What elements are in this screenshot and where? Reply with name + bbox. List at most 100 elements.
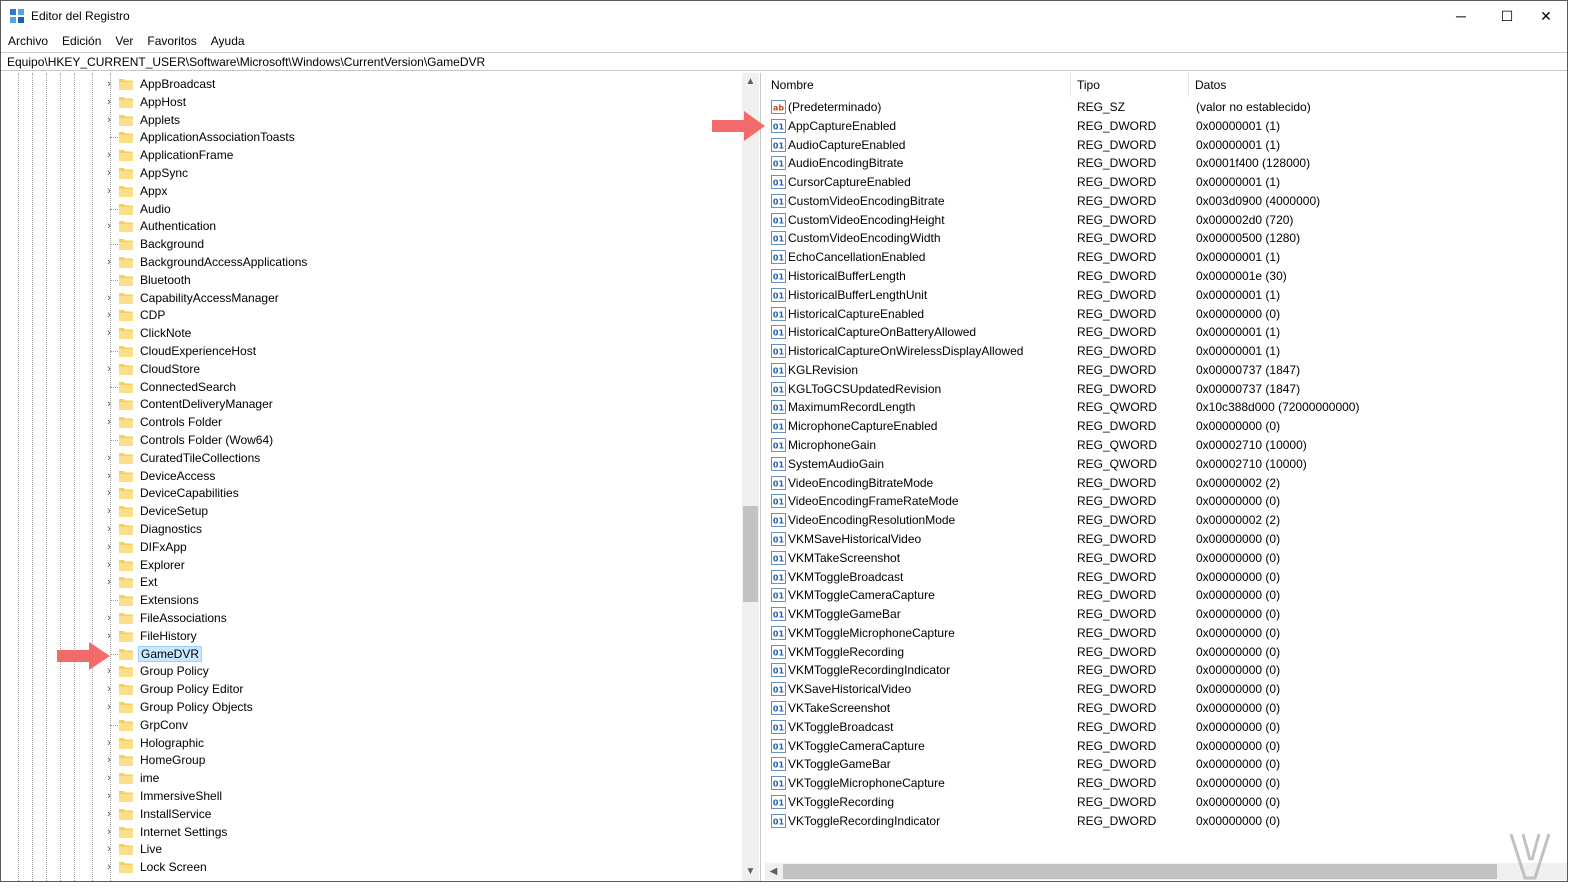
column-header-name[interactable]: Nombre [765, 73, 1071, 97]
tree-item[interactable]: › FileAssociations [1, 609, 741, 627]
chevron-right-icon[interactable]: › [103, 790, 115, 802]
chevron-right-icon[interactable]: › [103, 505, 115, 517]
tree-item[interactable]: › Applets [1, 111, 741, 129]
tree-item[interactable]: GrpConv [1, 716, 741, 734]
value-row[interactable]: 01 VKMToggleGameBar REG_DWORD 0x00000000 (0… [765, 605, 1567, 623]
value-row[interactable]: 01 SystemAudioGain REG_QWORD 0x00002710 (10… [765, 455, 1567, 473]
chevron-right-icon[interactable]: › [103, 149, 115, 161]
tree-item[interactable]: › ImmersiveShell [1, 787, 741, 805]
tree-item[interactable]: › ContentDeliveryManager [1, 395, 741, 413]
value-row[interactable]: 01 AppCaptureEnabled REG_DWORD 0x00000001 (… [765, 117, 1567, 135]
chevron-right-icon[interactable]: › [103, 416, 115, 428]
tree-item[interactable]: › Group Policy [1, 662, 741, 680]
tree-item[interactable]: Extensions [1, 591, 741, 609]
chevron-right-icon[interactable]: › [103, 96, 115, 108]
menu-favoritos[interactable]: Favoritos [140, 31, 203, 51]
tree-item[interactable]: › InstallService [1, 805, 741, 823]
menu-archivo[interactable]: Archivo [1, 31, 55, 51]
chevron-right-icon[interactable]: › [103, 523, 115, 535]
chevron-right-icon[interactable]: › [103, 754, 115, 766]
key-tree-pane[interactable]: › AppBroadcast › AppHost › Applets Application… [1, 73, 761, 881]
tree-item[interactable]: › DeviceSetup [1, 502, 741, 520]
value-row[interactable]: 01 VKToggleRecording REG_DWORD 0x00000000 (… [765, 793, 1567, 811]
value-row[interactable]: 01 VKMTakeScreenshot REG_DWORD 0x00000000 (… [765, 549, 1567, 567]
value-row[interactable]: 01 CustomVideoEncodingBitrate REG_DWORD 0x0… [765, 192, 1567, 210]
tree-item[interactable]: › Ext [1, 573, 741, 591]
value-row[interactable]: 01 VKToggleRecordingIndicator REG_DWORD 0x0… [765, 812, 1567, 830]
value-row[interactable]: 01 HistoricalCaptureEnabled REG_DWORD 0x000… [765, 305, 1567, 323]
chevron-right-icon[interactable]: › [103, 541, 115, 553]
tree-item[interactable]: › DIFxApp [1, 538, 741, 556]
value-row[interactable]: 01 VideoEncodingResolutionMode REG_DWORD 0x… [765, 511, 1567, 529]
values-horizontal-scrollbar[interactable]: ◀ [765, 863, 1567, 880]
value-row[interactable]: 01 VKMToggleRecording REG_DWORD 0x00000000 … [765, 643, 1567, 661]
value-row[interactable]: 01 KGLToGCSUpdatedRevision REG_DWORD 0x0000… [765, 380, 1567, 398]
tree-item[interactable]: › AppHost [1, 93, 741, 111]
tree-item[interactable]: › Controls Folder [1, 413, 741, 431]
chevron-right-icon[interactable]: › [103, 309, 115, 321]
chevron-right-icon[interactable]: › [103, 114, 115, 126]
tree-item[interactable]: › Internet Settings [1, 823, 741, 841]
value-row[interactable]: 01 CursorCaptureEnabled REG_DWORD 0x0000000… [765, 173, 1567, 191]
value-row[interactable]: 01 HistoricalCaptureOnWirelessDisplayAllo… [765, 342, 1567, 360]
tree-item[interactable]: › FileHistory [1, 627, 741, 645]
chevron-right-icon[interactable]: › [103, 487, 115, 499]
tree-vertical-scrollbar[interactable]: ▲ ▼ [742, 73, 759, 881]
tree-item[interactable]: › DeviceAccess [1, 467, 741, 485]
tree-item[interactable]: GameDVR [1, 645, 741, 663]
value-row[interactable]: 01 CustomVideoEncodingHeight REG_DWORD 0x00… [765, 211, 1567, 229]
chevron-right-icon[interactable]: › [103, 185, 115, 197]
tree-item[interactable]: › Diagnostics [1, 520, 741, 538]
tree-item[interactable]: › Group Policy Objects [1, 698, 741, 716]
value-row[interactable]: 01 VideoEncodingFrameRateMode REG_DWORD 0x0… [765, 492, 1567, 510]
menu-ver[interactable]: Ver [108, 31, 140, 51]
tree-item[interactable]: › CapabilityAccessManager [1, 289, 741, 307]
value-row[interactable]: 01 VKToggleBroadcast REG_DWORD 0x00000000 (… [765, 718, 1567, 736]
scroll-up-icon[interactable]: ▲ [742, 73, 759, 90]
tree-item[interactable]: Audio [1, 200, 741, 218]
value-row[interactable]: 01 VKToggleGameBar REG_DWORD 0x00000000 (0) [765, 755, 1567, 773]
tree-item[interactable]: Background [1, 235, 741, 253]
value-row[interactable]: 01 EchoCancellationEnabled REG_DWORD 0x0000… [765, 248, 1567, 266]
tree-item[interactable]: › CDP [1, 306, 741, 324]
tree-item[interactable]: › BackgroundAccessApplications [1, 253, 741, 271]
value-row[interactable]: 01 VKMToggleMicrophoneCapture REG_DWORD 0x0… [765, 624, 1567, 642]
scrollbar-thumb[interactable] [783, 864, 1497, 879]
scroll-down-icon[interactable]: ▼ [742, 863, 759, 880]
address-bar[interactable]: Equipo\HKEY_CURRENT_USER\Software\Micros… [1, 52, 1567, 71]
value-row[interactable]: 01 VKTakeScreenshot REG_DWORD 0x00000000 (0… [765, 699, 1567, 717]
tree-item[interactable]: › Appx [1, 182, 741, 200]
value-row[interactable]: 01 MicrophoneGain REG_QWORD 0x00002710 (100… [765, 436, 1567, 454]
chevron-right-icon[interactable]: › [103, 398, 115, 410]
value-row[interactable]: 01 VKMToggleBroadcast REG_DWORD 0x00000000 … [765, 568, 1567, 586]
tree-item[interactable]: › ime [1, 769, 741, 787]
value-row[interactable]: 01 HistoricalBufferLengthUnit REG_DWORD 0x0… [765, 286, 1567, 304]
value-row[interactable]: 01 HistoricalBufferLength REG_DWORD 0x00000… [765, 267, 1567, 285]
chevron-right-icon[interactable]: › [103, 363, 115, 375]
tree-item[interactable]: CloudExperienceHost [1, 342, 741, 360]
value-row[interactable]: 01 VKMToggleCameraCapture REG_DWORD 0x00000… [765, 586, 1567, 604]
menu-edicion[interactable]: Edición [55, 31, 108, 51]
chevron-right-icon[interactable]: › [103, 612, 115, 624]
chevron-right-icon[interactable]: › [103, 576, 115, 588]
chevron-right-icon[interactable]: › [103, 808, 115, 820]
chevron-right-icon[interactable]: › [103, 861, 115, 873]
chevron-right-icon[interactable]: › [103, 256, 115, 268]
chevron-right-icon[interactable]: › [103, 737, 115, 749]
chevron-right-icon[interactable]: › [103, 826, 115, 838]
value-row[interactable]: 01 CustomVideoEncodingWidth REG_DWORD 0x000… [765, 229, 1567, 247]
chevron-right-icon[interactable]: › [103, 167, 115, 179]
chevron-right-icon[interactable]: › [103, 470, 115, 482]
value-row[interactable]: 01 MicrophoneCaptureEnabled REG_DWORD 0x000… [765, 417, 1567, 435]
column-header-type[interactable]: Tipo [1071, 73, 1189, 97]
chevron-right-icon[interactable]: › [103, 327, 115, 339]
chevron-right-icon[interactable]: › [103, 683, 115, 695]
tree-item[interactable]: › AppSync [1, 164, 741, 182]
tree-item[interactable]: › Authentication [1, 217, 741, 235]
column-header-data[interactable]: Datos [1189, 73, 1567, 97]
tree-item[interactable]: › Lock Screen [1, 858, 741, 876]
chevron-right-icon[interactable]: › [103, 772, 115, 784]
tree-item[interactable]: › Holographic [1, 734, 741, 752]
tree-item[interactable]: ConnectedSearch [1, 378, 741, 396]
chevron-right-icon[interactable]: › [103, 701, 115, 713]
